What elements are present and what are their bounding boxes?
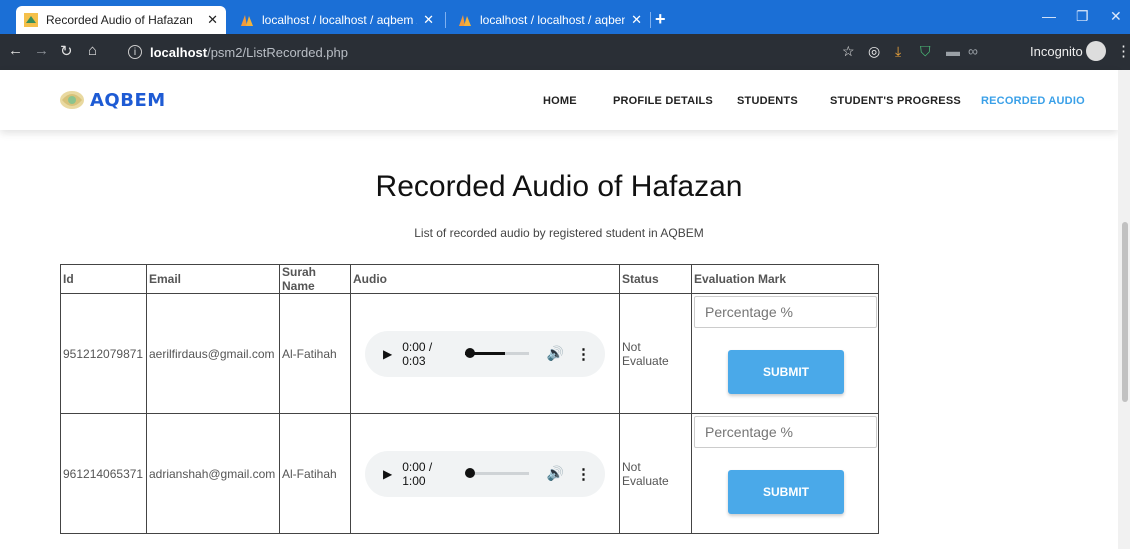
header-surah-name: Surah Name: [279, 264, 351, 294]
seek-handle[interactable]: [465, 468, 476, 478]
phpmyadmin-icon: [241, 15, 253, 26]
site-logo[interactable]: AQBEM: [58, 88, 166, 112]
more-options-icon[interactable]: ⋮: [576, 465, 591, 483]
close-window-icon[interactable]: ✕: [1110, 8, 1122, 25]
back-icon[interactable]: ←: [8, 42, 23, 59]
menu-kebab-icon[interactable]: ⋮: [1116, 42, 1130, 60]
audio-player[interactable]: ▶ 0:00 / 0:03 🔊 ⋮: [365, 330, 605, 377]
cell-evaluation: SUBMIT: [691, 413, 879, 534]
restore-icon[interactable]: ❐: [1076, 8, 1089, 25]
volume-icon[interactable]: 🔊: [547, 465, 564, 482]
page-subtitle: List of recorded audio by registered stu…: [414, 226, 704, 240]
cell-surah: Al-Fatihah: [279, 293, 351, 414]
play-icon[interactable]: ▶: [383, 467, 392, 481]
browser-tab[interactable]: localhost / localhost / aqbem / s ✕: [450, 6, 650, 34]
url-path: /psm2/ListRecorded.php: [207, 44, 348, 60]
nav-home[interactable]: HOME: [543, 95, 577, 107]
shield-icon[interactable]: ⛉: [920, 43, 931, 60]
submit-button[interactable]: SUBMIT: [728, 350, 844, 394]
tab-divider: [650, 12, 651, 28]
nav-profile-details[interactable]: PROFILE DETAILS: [613, 95, 713, 107]
tab-title: localhost / localhost / aqbem / s: [480, 13, 625, 27]
recorded-audio-table: Id Email Surah Name Audio Status Evaluat…: [60, 264, 879, 534]
cell-status: Not Evaluate: [619, 293, 692, 414]
tab-divider: [445, 12, 446, 28]
cell-id: 951212079871: [60, 293, 147, 414]
play-icon[interactable]: ▶: [383, 347, 392, 361]
extension-icon[interactable]: ▬: [946, 43, 960, 59]
table-row: 961214065371 adrianshah@gmail.com Al-Fat…: [60, 413, 879, 534]
minimize-icon[interactable]: —: [1042, 8, 1056, 24]
cell-audio: ▶ 0:00 / 0:03 🔊 ⋮: [350, 293, 620, 414]
seek-handle[interactable]: [465, 348, 476, 358]
download-icon[interactable]: ⤓: [895, 43, 901, 60]
close-tab-icon[interactable]: ✕: [423, 12, 434, 28]
table-header-row: Id Email Surah Name Audio Status Evaluat…: [60, 264, 879, 294]
audio-time: 0:00 / 1:00: [402, 459, 433, 488]
url-host: localhost: [150, 44, 208, 60]
incognito-icon[interactable]: [1086, 41, 1106, 61]
new-tab-icon[interactable]: +: [655, 9, 666, 30]
bookmark-star-icon[interactable]: ☆: [842, 43, 855, 60]
cell-id: 961214065371: [60, 413, 147, 534]
nav-students-progress[interactable]: STUDENT'S PROGRESS: [830, 95, 961, 107]
audio-seek-bar[interactable]: [465, 348, 529, 358]
cell-status: Not Evaluate: [619, 413, 692, 534]
browser-tab-active[interactable]: Recorded Audio of Hafazan ✕: [16, 6, 226, 34]
tab-title: Recorded Audio of Hafazan: [46, 13, 193, 27]
reload-icon[interactable]: ↻: [60, 42, 73, 60]
audio-time: 0:00 / 0:03: [402, 339, 433, 368]
percentage-input[interactable]: [694, 296, 877, 328]
cell-surah: Al-Fatihah: [279, 413, 351, 534]
header-status: Status: [619, 264, 692, 294]
browser-tab[interactable]: localhost / localhost / aqbem / re ✕: [232, 6, 442, 34]
site-navbar: AQBEM HOME PROFILE DETAILS STUDENTS STUD…: [0, 70, 1118, 130]
volume-icon[interactable]: 🔊: [547, 345, 564, 362]
infinity-icon[interactable]: ∞: [968, 43, 978, 59]
percentage-input[interactable]: [694, 416, 877, 448]
page-title: Recorded Audio of Hafazan: [375, 170, 743, 203]
cell-email: aerilfirdaus@gmail.com: [146, 293, 280, 414]
header-evaluation-mark: Evaluation Mark: [691, 264, 879, 294]
logo-text: AQBEM: [90, 89, 166, 111]
extension-icon[interactable]: ◎: [868, 43, 880, 60]
submit-button[interactable]: SUBMIT: [728, 470, 844, 514]
favicon-icon: [24, 13, 38, 27]
forward-icon[interactable]: →: [34, 42, 49, 59]
close-tab-icon[interactable]: ✕: [207, 12, 218, 28]
header-id: Id: [60, 264, 147, 294]
url-field[interactable]: i localhost/psm2/ListRecorded.php: [128, 40, 828, 64]
table-row: 951212079871 aerilfirdaus@gmail.com Al-F…: [60, 293, 879, 414]
cell-audio: ▶ 0:00 / 1:00 🔊 ⋮: [350, 413, 620, 534]
cell-evaluation: SUBMIT: [691, 293, 879, 414]
nav-students[interactable]: STUDENTS: [737, 95, 798, 107]
logo-icon: [60, 91, 84, 109]
incognito-label: Incognito: [1030, 44, 1083, 59]
page: AQBEM HOME PROFILE DETAILS STUDENTS STUD…: [0, 70, 1118, 549]
scrollbar-thumb[interactable]: [1122, 222, 1128, 402]
close-tab-icon[interactable]: ✕: [631, 12, 642, 28]
phpmyadmin-icon: [459, 15, 471, 26]
tab-title: localhost / localhost / aqbem / re: [262, 13, 418, 27]
home-icon[interactable]: ⌂: [88, 42, 97, 59]
header-audio: Audio: [350, 264, 620, 294]
nav-recorded-audio[interactable]: RECORDED AUDIO: [981, 95, 1085, 107]
header-email: Email: [146, 264, 280, 294]
info-icon[interactable]: i: [128, 45, 142, 59]
cell-email: adrianshah@gmail.com: [146, 413, 280, 534]
audio-seek-bar[interactable]: [465, 468, 529, 478]
more-options-icon[interactable]: ⋮: [576, 345, 591, 363]
audio-player[interactable]: ▶ 0:00 / 1:00 🔊 ⋮: [365, 450, 605, 497]
